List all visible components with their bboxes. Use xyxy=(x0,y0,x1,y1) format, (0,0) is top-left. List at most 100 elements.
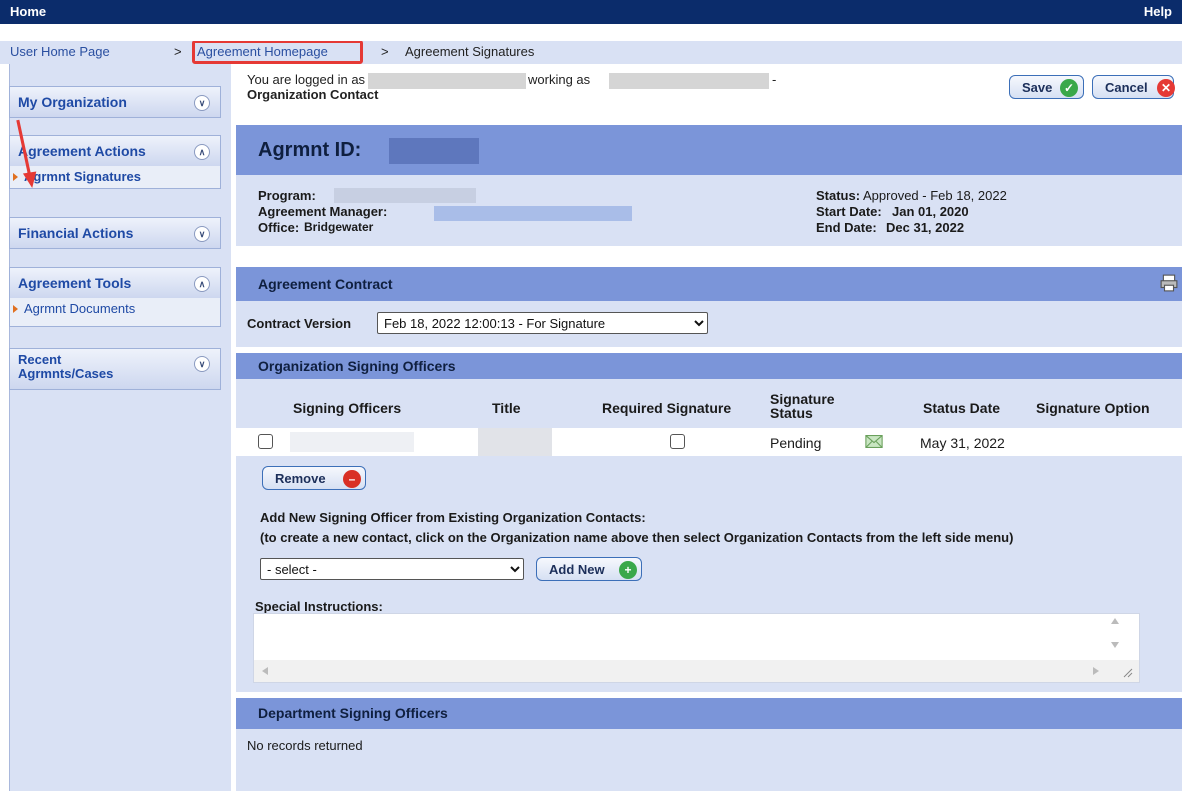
print-icon[interactable] xyxy=(1160,274,1178,292)
cancel-label: Cancel xyxy=(1105,80,1148,95)
email-icon[interactable] xyxy=(865,435,883,448)
sidebar-group-agreement-actions: Agreement Actions ∧ Agrmnt Signatures xyxy=(9,135,221,189)
sidebar-group-title: Financial Actions xyxy=(18,225,134,241)
sidebar-group-my-organization: My Organization ∨ xyxy=(9,86,221,118)
redacted-officer-title xyxy=(478,428,552,456)
section-title: Organization Signing Officers xyxy=(258,358,456,374)
horizontal-scrollbar[interactable] xyxy=(254,660,1139,682)
sidebar-group-header[interactable]: My Organization ∨ xyxy=(10,87,220,117)
breadcrumb-separator: > xyxy=(381,44,389,59)
expand-icon[interactable]: ∨ xyxy=(194,226,210,242)
column-header: Status Date xyxy=(923,400,1001,416)
agreement-id-label: Agrmnt ID: xyxy=(258,139,362,161)
remove-label: Remove xyxy=(275,471,326,486)
start-date-value: Jan 01, 2020 xyxy=(892,204,969,219)
table-row: Pending May 31, 2022 xyxy=(236,428,1182,456)
organization-contact-select[interactable]: - select - xyxy=(260,558,524,580)
login-dash: - xyxy=(772,72,777,87)
column-header: Signature Status xyxy=(770,391,835,421)
sidebar-group-title: Agreement Tools xyxy=(18,275,132,291)
sidebar-item-label: Agrmnt Documents xyxy=(24,301,136,316)
sidebar-group-header[interactable]: Agreement Tools ∧ xyxy=(10,268,220,298)
scroll-left-icon[interactable] xyxy=(262,667,268,675)
status-value: Approved - Feb 18, 2022 xyxy=(863,188,1007,203)
breadcrumb-separator: > xyxy=(174,44,182,59)
signature-status-value: Pending xyxy=(770,435,822,451)
sidebar-item-agrmnt-documents[interactable]: Agrmnt Documents xyxy=(10,298,220,326)
add-new-label: Add New xyxy=(549,562,605,577)
section-header: Organization Signing Officers xyxy=(236,353,1182,379)
sidebar-item-agrmnt-signatures[interactable]: Agrmnt Signatures xyxy=(10,166,220,188)
no-records-message: No records returned xyxy=(247,738,363,753)
agreement-id-header: Agrmnt ID: xyxy=(236,125,1182,175)
redacted-manager xyxy=(434,206,632,221)
office-value: Bridgewater xyxy=(304,220,374,234)
program-label: Program: xyxy=(258,188,316,203)
sidebar-group-agreement-tools: Agreement Tools ∧ Agrmnt Documents xyxy=(9,267,221,327)
add-new-button[interactable]: Add New + xyxy=(536,557,642,581)
required-signature-checkbox[interactable] xyxy=(670,434,685,449)
checkmark-icon: ✓ xyxy=(1060,79,1078,97)
scroll-down-icon[interactable] xyxy=(1111,642,1119,648)
remove-button[interactable]: Remove – xyxy=(262,466,366,490)
minus-circle-icon: – xyxy=(343,470,361,488)
collapse-icon[interactable]: ∧ xyxy=(194,144,210,160)
sidebar-group-header[interactable]: Financial Actions ∨ xyxy=(10,218,220,248)
column-header: Signature Option xyxy=(1036,400,1150,416)
help-link[interactable]: Help xyxy=(1144,4,1172,19)
redacted-program xyxy=(334,188,476,203)
cancel-button[interactable]: Cancel ✕ xyxy=(1092,75,1175,99)
top-blank-strip xyxy=(0,24,1182,41)
contract-version-select[interactable]: Feb 18, 2022 12:00:13 - For Signature xyxy=(377,312,708,334)
status-date-value: May 31, 2022 xyxy=(920,435,1005,451)
sidebar-group-recent: Recent Agrmnts/Cases ∨ xyxy=(9,348,221,390)
row-select-checkbox[interactable] xyxy=(258,434,273,449)
sidebar-group-title: Recent xyxy=(18,352,62,367)
annotation-arrow-icon xyxy=(16,119,37,188)
status-label: Status: xyxy=(816,188,861,203)
home-link[interactable]: Home xyxy=(10,4,46,19)
scroll-right-icon[interactable] xyxy=(1093,667,1099,675)
office-label: Office: xyxy=(258,220,300,235)
column-header: Signing Officers xyxy=(293,400,402,416)
plus-circle-icon: + xyxy=(619,561,637,579)
scroll-up-icon[interactable] xyxy=(1111,618,1119,624)
column-header: Required Signature xyxy=(602,400,732,416)
redacted-user-name xyxy=(368,73,526,89)
login-working-as: working as xyxy=(528,72,591,87)
save-button[interactable]: Save ✓ xyxy=(1009,75,1084,99)
sidebar-group-header[interactable]: Agreement Actions ∧ xyxy=(10,136,220,166)
main-content: You are logged in as working as - Organi… xyxy=(236,64,1182,791)
redacted-organization xyxy=(609,73,769,89)
add-officer-heading: Add New Signing Officer from Existing Or… xyxy=(260,510,646,525)
special-instructions-textarea[interactable] xyxy=(253,613,1140,683)
resize-handle-icon[interactable] xyxy=(1123,668,1133,678)
save-label: Save xyxy=(1022,80,1053,95)
close-icon: ✕ xyxy=(1157,79,1175,97)
section-title: Agreement Contract xyxy=(258,276,393,292)
redacted-officer-name xyxy=(290,432,414,452)
expand-icon[interactable]: ∨ xyxy=(194,356,210,372)
expand-icon[interactable]: ∨ xyxy=(194,95,210,111)
section-header: Department Signing Officers xyxy=(236,698,1182,729)
top-nav-bar: Home Help xyxy=(0,0,1182,24)
end-date-value: Dec 31, 2022 xyxy=(886,220,965,235)
sidebar-group-header[interactable]: Recent Agrmnts/Cases ∨ xyxy=(10,349,220,389)
bullet-arrow-icon xyxy=(13,305,18,313)
manager-label: Agreement Manager: xyxy=(258,204,388,219)
login-prefix: You are logged in as xyxy=(247,72,366,87)
sidebar-item-label: Agrmnt Signatures xyxy=(24,169,142,184)
breadcrumb-highlight-annotation xyxy=(192,40,363,64)
sidebar-group-title: Agrmnts/Cases xyxy=(18,366,114,381)
breadcrumb-user-home[interactable]: User Home Page xyxy=(10,44,110,59)
section-header: Agreement Contract xyxy=(236,267,1182,301)
breadcrumb-current: Agreement Signatures xyxy=(405,44,535,59)
redacted-agreement-id xyxy=(389,138,479,164)
breadcrumb-bar: User Home Page > Agreement Homepage > Ag… xyxy=(0,41,1182,64)
end-date-label: End Date: xyxy=(816,220,877,235)
collapse-icon[interactable]: ∧ xyxy=(194,276,210,292)
start-date-label: Start Date: xyxy=(816,204,882,219)
contract-version-label: Contract Version xyxy=(247,316,352,331)
login-role: Organization Contact xyxy=(247,87,379,102)
sidebar-group-title: My Organization xyxy=(18,94,127,110)
